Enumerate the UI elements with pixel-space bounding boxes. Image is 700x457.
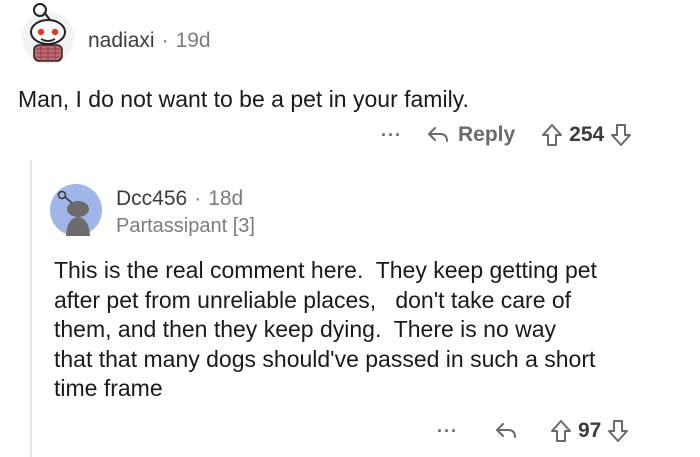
reply-age[interactable]: 18d (208, 187, 243, 210)
reply-body-line: This is the real comment here. They keep… (54, 257, 597, 283)
separator-dot: · (194, 187, 202, 210)
reply-label: Reply (457, 123, 516, 146)
reply-arrow-icon (495, 423, 516, 438)
vote-score: 254 (569, 123, 605, 146)
separator-dot: · (161, 29, 169, 52)
reply-body-line: time frame (54, 375, 163, 401)
reply-header: Dcc456 · 18d (116, 186, 243, 212)
downvote-arrow-icon[interactable] (610, 123, 632, 147)
reply-body: This is the real comment here. They keep… (54, 256, 694, 404)
reply-body-line: that that many dogs should've passed in … (54, 345, 596, 372)
comment-author[interactable]: nadiaxi (88, 29, 155, 52)
reply-user-avatar[interactable] (50, 184, 102, 236)
upvote-arrow-icon[interactable] (550, 419, 572, 443)
user-flair: Partassipant [3] (116, 215, 255, 237)
vote-score: 97 (577, 419, 602, 442)
reply-button[interactable]: Reply (426, 123, 515, 147)
reply-body-line: after pet from unreliable places, don't … (54, 286, 572, 313)
more-options-button[interactable]: ··· (437, 421, 458, 442)
comment-age[interactable]: 19d (176, 29, 211, 52)
reply-body-line: them, and then they keep dying. There is… (54, 316, 557, 342)
reply-actions: ··· 97 (437, 414, 629, 448)
reply-button[interactable] (494, 420, 518, 442)
comment-body: Man, I do not want to be a pet in your f… (18, 86, 469, 112)
vote-controls: 97 (550, 419, 629, 443)
reply-author[interactable]: Dcc456 (116, 187, 187, 210)
vote-controls: 254 (541, 123, 632, 147)
thread-collapse-line[interactable] (30, 160, 32, 457)
comment-header: nadiaxi · 19d (88, 28, 211, 54)
comment-actions: ··· Reply 254 (381, 118, 632, 152)
more-options-button[interactable]: ··· (381, 125, 402, 146)
downvote-arrow-icon[interactable] (607, 419, 629, 443)
user-avatar[interactable] (14, 2, 78, 66)
upvote-arrow-icon[interactable] (541, 123, 563, 147)
reply-arrow-icon (427, 127, 448, 142)
